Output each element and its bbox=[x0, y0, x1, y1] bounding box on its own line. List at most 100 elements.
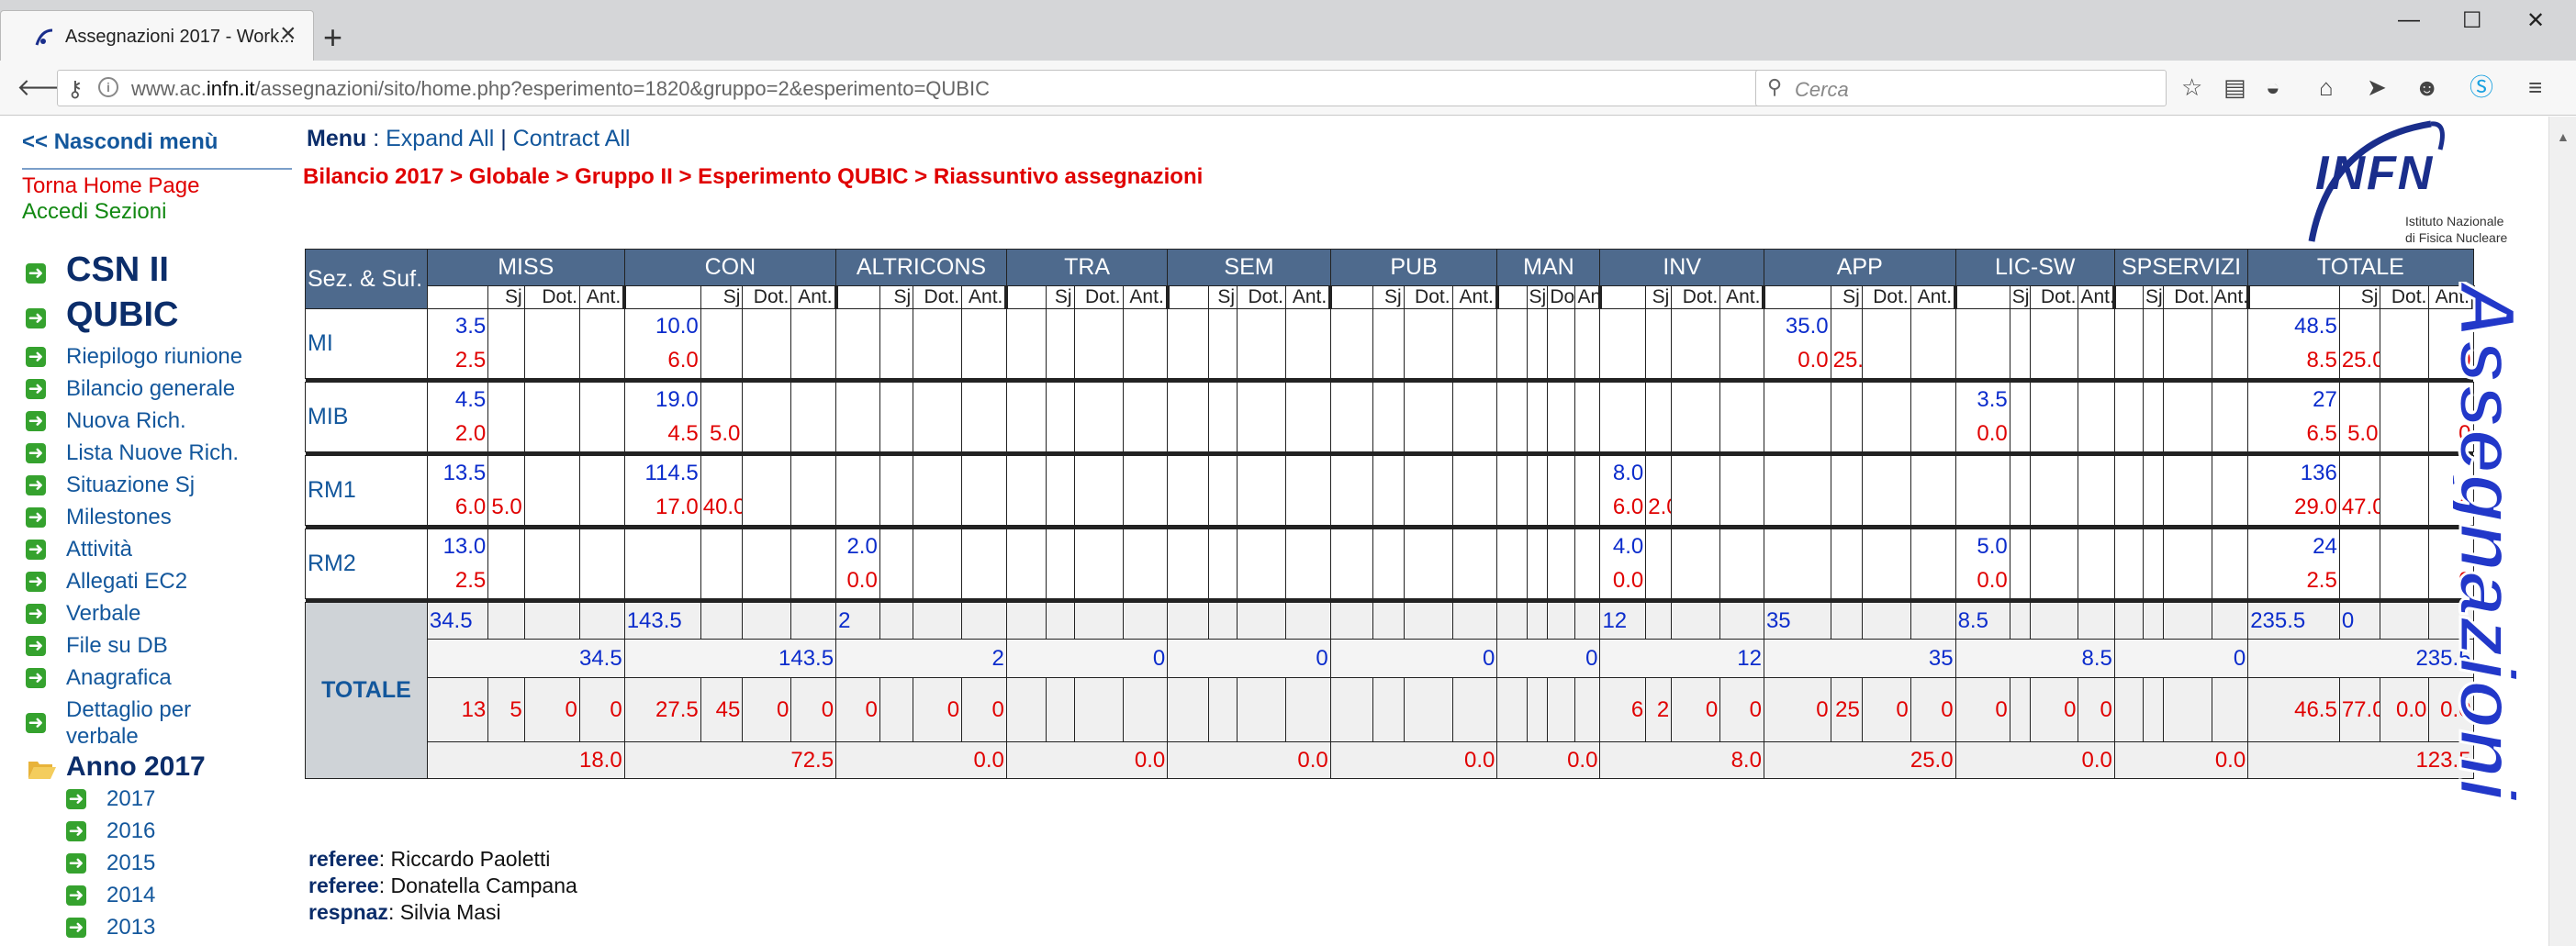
section-name[interactable]: MIB bbox=[305, 382, 428, 452]
value-cell: 47.0 bbox=[2338, 490, 2381, 526]
value-cell: 2.0 bbox=[835, 529, 880, 564]
value-cell bbox=[790, 417, 837, 452]
value-cell bbox=[1526, 308, 1549, 344]
expand-all-link[interactable]: Expand All bbox=[386, 126, 494, 151]
value-cell bbox=[1830, 455, 1863, 491]
skype-icon[interactable]: Ⓢ bbox=[2470, 73, 2493, 101]
subheader-sj: Sj bbox=[1207, 285, 1238, 309]
value-cell bbox=[1547, 677, 1576, 742]
tab-close-icon[interactable]: × bbox=[280, 20, 297, 48]
value-cell bbox=[1122, 308, 1169, 344]
value-cell bbox=[1526, 677, 1549, 742]
maximize-icon[interactable]: ☐ bbox=[2462, 7, 2482, 34]
home-page-link[interactable]: Torna Home Page bbox=[22, 173, 199, 199]
subheader-sj: Sj bbox=[2338, 285, 2381, 309]
access-sections-link[interactable]: Accedi Sezioni bbox=[22, 199, 166, 225]
value-cell bbox=[742, 602, 792, 640]
value-cell bbox=[2162, 529, 2212, 564]
value-cell bbox=[835, 455, 880, 491]
arrow-right-icon: ➜ bbox=[66, 918, 86, 938]
sidebar-year-2013[interactable]: 2013 bbox=[106, 915, 155, 940]
value-cell bbox=[742, 490, 792, 526]
sidebar-item-nuova-rich[interactable]: Nuova Rich. bbox=[66, 408, 186, 434]
sidebar-item-situazione-sj[interactable]: Situazione Sj bbox=[66, 473, 195, 498]
value-cell bbox=[1954, 308, 2010, 344]
value-cell: 10.0 bbox=[623, 308, 701, 344]
group-subtotal-cell: 0.0 bbox=[1496, 741, 1601, 779]
pipe-separator: | bbox=[494, 126, 513, 151]
open-folder-icon bbox=[28, 762, 56, 779]
send-icon[interactable]: ➤ bbox=[2367, 73, 2387, 101]
section-name[interactable]: MI bbox=[305, 308, 428, 379]
value-cell bbox=[1005, 308, 1047, 344]
bookmark-star-icon[interactable]: ☆ bbox=[2181, 73, 2202, 101]
url-text[interactable]: www.ac.infn.it/assegnazioni/sito/home.ph… bbox=[131, 77, 990, 101]
home-icon[interactable]: ⌂ bbox=[2319, 73, 2334, 101]
value-cell bbox=[2211, 308, 2249, 344]
arrow-right-icon: ➜ bbox=[66, 885, 86, 906]
value-cell: 6.0 bbox=[1599, 490, 1647, 526]
sidebar-item-attivita[interactable]: Attività bbox=[66, 537, 132, 562]
value-cell bbox=[1719, 343, 1764, 379]
group-header-man: MAN bbox=[1496, 249, 1601, 286]
active-tab[interactable]: Assegnazioni 2017 - Work... × bbox=[0, 10, 314, 61]
group-header-tra: TRA bbox=[1005, 249, 1169, 286]
sidebar-item-file-su-db[interactable]: File su DB bbox=[66, 633, 168, 659]
address-bar[interactable]: ⚷ i www.ac.infn.it/assegnazioni/sito/hom… bbox=[57, 70, 1790, 106]
sidebar-item-csn[interactable]: CSN II bbox=[66, 250, 169, 290]
section-name[interactable]: RM1 bbox=[305, 455, 428, 526]
value-cell bbox=[1046, 563, 1075, 599]
sidebar-year-2015[interactable]: 2015 bbox=[106, 851, 155, 876]
sidebar-year-2014[interactable]: 2014 bbox=[106, 883, 155, 908]
value-cell bbox=[2162, 308, 2212, 344]
value-cell bbox=[1207, 490, 1238, 526]
sidebar-item-experiment[interactable]: QUBIC bbox=[66, 295, 178, 335]
window-close-icon[interactable]: ✕ bbox=[2526, 7, 2545, 34]
value-cell bbox=[1005, 677, 1047, 742]
sidebar-item-dettaglio-verbale[interactable]: Dettaglio per bbox=[66, 697, 191, 723]
sidebar-item-bilancio[interactable]: Bilancio generale bbox=[66, 376, 235, 402]
tab-title: Assegnazioni 2017 - Work... bbox=[65, 27, 295, 47]
sidebar-item-allegati-ec2[interactable]: Allegati EC2 bbox=[66, 569, 187, 595]
value-cell bbox=[1073, 602, 1124, 640]
chat-icon[interactable]: ☻ bbox=[2414, 73, 2439, 101]
table-row: 6.05.017.040.06.02.029.047.00 bbox=[306, 490, 2474, 526]
value-cell: 143.5 bbox=[623, 602, 701, 640]
reading-list-icon[interactable]: ▤ bbox=[2223, 73, 2246, 101]
sidebar-year-2016[interactable]: 2016 bbox=[106, 818, 155, 844]
sidebar-item-dettaglio-verbale-line2[interactable]: verbale bbox=[66, 724, 139, 750]
value-cell bbox=[913, 602, 963, 640]
sidebar-item-verbale[interactable]: Verbale bbox=[66, 601, 140, 627]
section-name[interactable]: RM2 bbox=[305, 529, 428, 599]
subheader-value bbox=[1599, 285, 1647, 309]
value-cell: 25 bbox=[1830, 677, 1863, 742]
pocket-icon[interactable]: ◒ bbox=[2266, 73, 2280, 101]
value-cell bbox=[1005, 382, 1047, 417]
value-cell bbox=[913, 529, 963, 564]
sidebar-item-anagrafica[interactable]: Anagrafica bbox=[66, 665, 172, 691]
value-cell bbox=[913, 382, 963, 417]
value-cell bbox=[1005, 529, 1047, 564]
value-cell bbox=[1763, 563, 1831, 599]
scroll-up-icon[interactable]: ▲ bbox=[2557, 129, 2570, 144]
group-total-cell: 8.5 bbox=[1954, 639, 2115, 678]
search-box[interactable]: ⚲ Cerca bbox=[1755, 70, 2167, 106]
sidebar-item-milestones[interactable]: Milestones bbox=[66, 505, 172, 530]
value-cell bbox=[1526, 563, 1549, 599]
hamburger-menu-icon[interactable]: ≡ bbox=[2528, 73, 2542, 101]
value-cell bbox=[1207, 417, 1238, 452]
watermark-text: Assegnazioni bbox=[2453, 282, 2533, 803]
sidebar-year-2017[interactable]: 2017 bbox=[106, 786, 155, 812]
key-icon[interactable]: ⚷ bbox=[67, 76, 84, 103]
new-tab-button[interactable]: + bbox=[323, 21, 342, 54]
info-icon[interactable]: i bbox=[98, 77, 118, 97]
sidebar-item-riepilogo[interactable]: Riepilogo riunione bbox=[66, 344, 242, 370]
value-cell bbox=[1122, 490, 1169, 526]
sidebar-item-lista-nuove-rich[interactable]: Lista Nuove Rich. bbox=[66, 440, 239, 466]
value-cell bbox=[961, 563, 1007, 599]
sidebar-year-label[interactable]: Anno 2017 bbox=[66, 751, 206, 783]
minimize-icon[interactable]: — bbox=[2398, 7, 2420, 33]
hide-menu-link[interactable]: << Nascondi menù bbox=[22, 129, 218, 155]
vertical-scrollbar[interactable]: ▲ bbox=[2548, 117, 2576, 946]
contract-all-link[interactable]: Contract All bbox=[513, 126, 631, 151]
